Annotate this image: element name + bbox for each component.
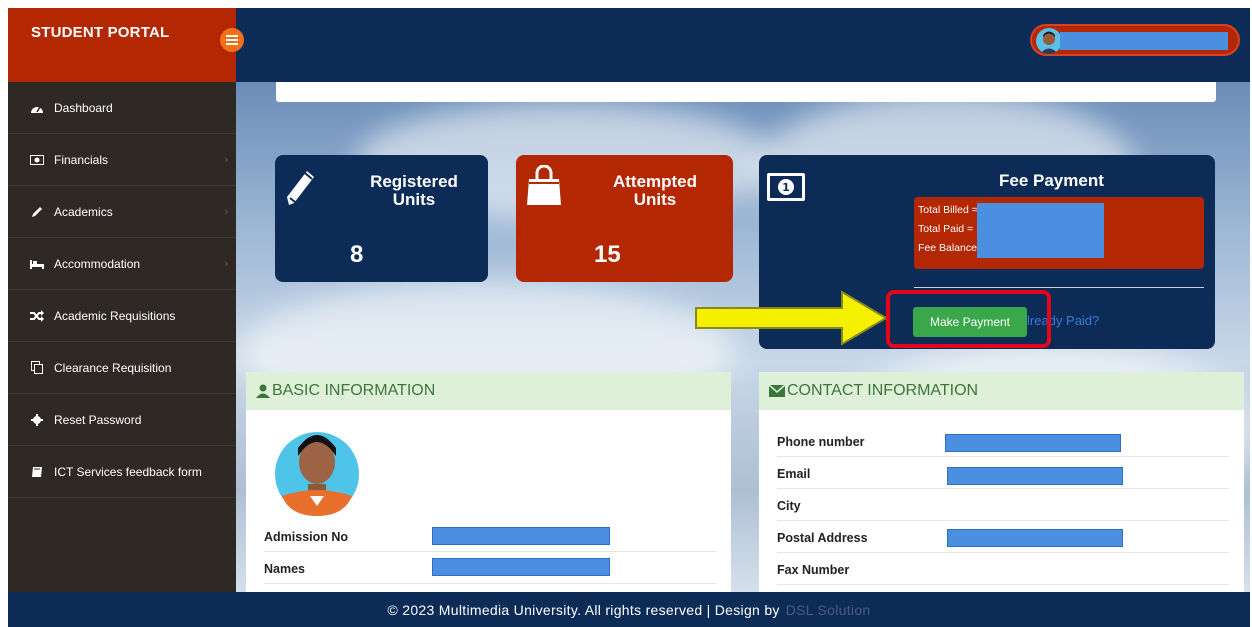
attempted-units-card[interactable]: Attempted Units 15 [516, 155, 733, 282]
email-redacted [947, 467, 1123, 485]
city-row: City [777, 491, 1229, 521]
registered-units-title: Registered [370, 172, 458, 191]
fee-amounts-redacted [977, 203, 1104, 258]
book-icon [30, 465, 44, 479]
fee-payment-title: Fee Payment [999, 171, 1104, 190]
page: STUDENT PORTAL Dashboard Financials › Ac… [8, 8, 1250, 627]
attempted-units-value: 15 [594, 241, 621, 268]
top-bar: STUDENT PORTAL [8, 8, 1250, 82]
contact-information-panel: CONTACT INFORMATION Phone number Email C… [759, 372, 1244, 592]
main-content: Registered Units 8 Attempted Units 15 1 … [236, 82, 1250, 592]
money-icon: 1 [767, 173, 805, 201]
sidebar-item-dashboard[interactable]: Dashboard [8, 82, 236, 134]
city-label: City [777, 498, 801, 513]
sidebar-item-label: Accommodation [54, 256, 141, 271]
basic-information-panel: BASIC INFORMATION Admission No Names [246, 372, 731, 592]
chevron-right-icon: › [224, 154, 228, 166]
copy-icon [30, 361, 44, 375]
random-icon [30, 309, 44, 323]
fax-number-label: Fax Number [777, 562, 850, 577]
student-avatar [274, 426, 360, 522]
gear-icon [30, 413, 44, 427]
sidebar-item-label: Clearance Requisition [54, 360, 172, 375]
contact-information-title: CONTACT INFORMATION [787, 382, 979, 399]
postal-address-label: Postal Address [777, 530, 868, 545]
contact-information-header: CONTACT INFORMATION [759, 372, 1244, 410]
names-redacted [432, 558, 610, 576]
bed-icon [30, 257, 44, 271]
brand-title[interactable]: STUDENT PORTAL [31, 24, 169, 41]
sidebar-item-ict-feedback[interactable]: ICT Services feedback form [8, 446, 236, 498]
svg-text:1: 1 [782, 181, 790, 194]
chevron-right-icon: › [224, 206, 228, 218]
brand-area: STUDENT PORTAL [8, 8, 236, 82]
postal-address-redacted [947, 529, 1123, 547]
sidebar-item-label: ICT Services feedback form [54, 464, 202, 479]
registered-units-card[interactable]: Registered Units 8 [275, 155, 488, 282]
attempted-units-title: Attempted [612, 172, 698, 191]
sidebar-item-accommodation[interactable]: Accommodation › [8, 238, 236, 290]
sidebar-item-reset-password[interactable]: Reset Password [8, 394, 236, 446]
menu-icon[interactable] [220, 28, 244, 52]
email-label: Email [777, 466, 811, 481]
basic-information-header: BASIC INFORMATION [246, 372, 731, 410]
admission-no-label: Admission No [264, 529, 349, 544]
sidebar: Dashboard Financials › Academics › Accom… [8, 82, 236, 627]
phone-number-label: Phone number [777, 434, 865, 449]
sidebar-item-financials[interactable]: Financials › [8, 134, 236, 186]
sidebar-item-label: Financials [54, 152, 109, 167]
attempted-units-title-2: Units [633, 190, 677, 209]
basic-information-title: BASIC INFORMATION [272, 382, 436, 399]
highlight-box [886, 290, 1051, 348]
sidebar-item-label: Dashboard [54, 100, 113, 115]
shopping-bag-icon [527, 165, 561, 205]
phone-number-redacted [945, 434, 1121, 452]
money-icon [30, 153, 44, 167]
names-label: Names [264, 561, 305, 576]
arrow-annotation-icon [695, 290, 888, 346]
admission-no-redacted [432, 527, 610, 545]
registered-units-value: 8 [350, 241, 364, 268]
divider [914, 287, 1204, 288]
pencil-icon [30, 205, 44, 219]
user-icon [256, 384, 270, 398]
envelope-icon [769, 385, 785, 397]
dashboard-icon [30, 101, 44, 115]
chevron-right-icon: › [224, 258, 228, 270]
user-name-redacted [1060, 32, 1228, 50]
fax-number-row: Fax Number [777, 555, 1229, 585]
sidebar-item-academic-requisitions[interactable]: Academic Requisitions [8, 290, 236, 342]
footer-credit-link[interactable]: DSL Solution [786, 602, 871, 618]
registered-units-title-2: Units [392, 190, 436, 209]
notice-strip [276, 82, 1216, 102]
footer-text: © 2023 Multimedia University. All rights… [387, 601, 780, 618]
user-menu-button[interactable] [1030, 24, 1240, 56]
sidebar-item-label: Reset Password [54, 412, 142, 427]
sidebar-item-clearance-requisition[interactable]: Clearance Requisition [8, 342, 236, 394]
sidebar-item-label: Academics [54, 204, 113, 219]
user-avatar-icon [1036, 28, 1062, 54]
footer: © 2023 Multimedia University. All rights… [8, 592, 1250, 627]
sidebar-item-academics[interactable]: Academics › [8, 186, 236, 238]
pencil-icon [287, 171, 314, 205]
sidebar-item-label: Academic Requisitions [54, 308, 176, 323]
